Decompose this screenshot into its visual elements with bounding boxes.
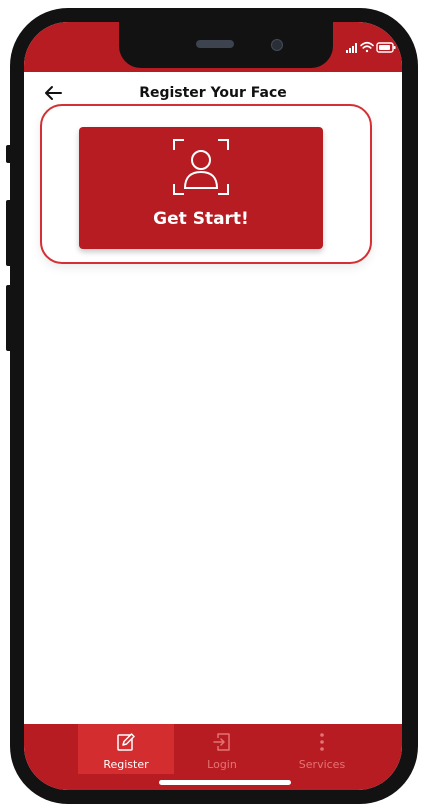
home-indicator[interactable] — [159, 780, 291, 785]
front-camera — [271, 39, 283, 51]
status-icons — [346, 41, 396, 53]
nav-item-register[interactable]: Register — [78, 724, 174, 774]
wifi-icon — [360, 41, 374, 53]
nav-label-login: Login — [207, 758, 237, 771]
get-start-button[interactable]: Get Start! — [79, 127, 323, 249]
notch — [119, 22, 333, 68]
get-start-label: Get Start! — [153, 209, 249, 229]
more-vertical-icon — [320, 733, 324, 751]
nav-item-services[interactable]: Services — [274, 724, 370, 774]
bottom-nav: Register Login Services — [24, 724, 402, 774]
signal-icon — [346, 43, 357, 53]
face-scan-icon — [173, 139, 229, 195]
battery-icon — [376, 42, 396, 53]
login-icon — [213, 733, 230, 751]
stage: Register Your Face Get Start! Register L… — [0, 0, 426, 810]
edit-icon — [117, 733, 135, 751]
speaker-grille — [196, 40, 234, 48]
nav-label-services: Services — [298, 758, 346, 771]
nav-item-login[interactable]: Login — [174, 724, 270, 774]
nav-label-register: Register — [103, 758, 149, 771]
page-title: Register Your Face — [139, 85, 287, 101]
